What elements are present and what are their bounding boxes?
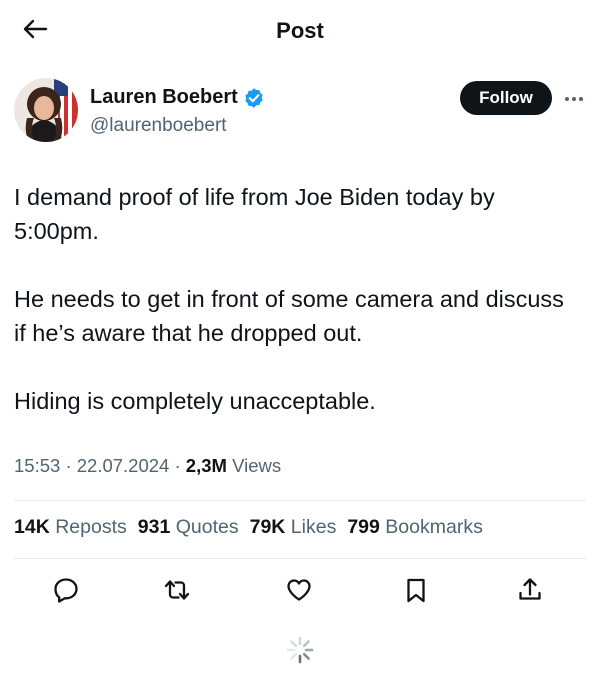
views-label: Views bbox=[232, 455, 282, 476]
share-button[interactable] bbox=[512, 574, 548, 610]
like-button[interactable] bbox=[281, 574, 317, 610]
post-paragraph: He needs to get in front of some camera … bbox=[14, 286, 564, 346]
stat-label: Quotes bbox=[175, 516, 239, 538]
stat-count: 799 bbox=[347, 516, 380, 538]
page-title: Post bbox=[276, 18, 324, 43]
stat-quotes[interactable]: 931 Quotes bbox=[138, 516, 239, 539]
views-count: 2,3M bbox=[185, 455, 227, 476]
top-bar: Post bbox=[0, 0, 600, 62]
stat-label: Likes bbox=[290, 516, 337, 538]
author-handle[interactable]: @laurenboebert bbox=[90, 115, 265, 137]
post-metadata: 15:53 · 22.07.2024 · 2,3M Views bbox=[14, 455, 281, 477]
more-dots-icon bbox=[564, 89, 584, 107]
stat-label: Reposts bbox=[55, 516, 127, 538]
stat-count: 79K bbox=[249, 516, 286, 538]
stat-count: 14K bbox=[14, 516, 50, 538]
engagement-stats: 14K Reposts 931 Quotes 79K Likes 799 Boo… bbox=[14, 516, 494, 539]
repost-icon bbox=[162, 576, 192, 609]
verified-badge-icon bbox=[243, 87, 265, 109]
repost-button[interactable] bbox=[159, 574, 195, 610]
stat-bookmarks[interactable]: 799 Bookmarks bbox=[347, 516, 483, 539]
stat-reposts[interactable]: 14K Reposts bbox=[14, 516, 127, 539]
post-date[interactable]: 22.07.2024 bbox=[77, 455, 170, 476]
avatar[interactable] bbox=[14, 78, 78, 142]
post-paragraph: I demand proof of life from Joe Biden to… bbox=[14, 184, 495, 244]
post-text: I demand proof of life from Joe Biden to… bbox=[14, 180, 574, 418]
heart-icon bbox=[285, 576, 313, 609]
post-paragraph: Hiding is completely unacceptable. bbox=[14, 388, 376, 414]
follow-button[interactable]: Follow bbox=[460, 81, 552, 115]
reply-icon bbox=[52, 576, 80, 609]
author-name-text: Lauren Boebert bbox=[90, 86, 238, 108]
divider bbox=[14, 500, 586, 501]
meta-separator: · bbox=[65, 455, 72, 476]
loading-spinner-icon bbox=[284, 634, 316, 666]
action-bar bbox=[48, 574, 548, 610]
bookmark-button[interactable] bbox=[398, 574, 434, 610]
meta-separator: · bbox=[174, 455, 181, 476]
stat-count: 931 bbox=[137, 516, 171, 538]
post-author: Lauren Boebert @laurenboebert Follow bbox=[14, 78, 586, 148]
author-name[interactable]: Lauren Boebert bbox=[90, 86, 265, 109]
stat-likes[interactable]: 79K Likes bbox=[250, 516, 337, 539]
author-info: Lauren Boebert @laurenboebert bbox=[90, 86, 265, 137]
bookmark-icon bbox=[403, 576, 429, 609]
stat-label: Bookmarks bbox=[385, 516, 483, 538]
reply-button[interactable] bbox=[48, 574, 84, 610]
divider bbox=[14, 558, 586, 559]
more-options-button[interactable] bbox=[562, 88, 586, 108]
post-time[interactable]: 15:53 bbox=[14, 455, 60, 476]
share-icon bbox=[516, 576, 544, 609]
